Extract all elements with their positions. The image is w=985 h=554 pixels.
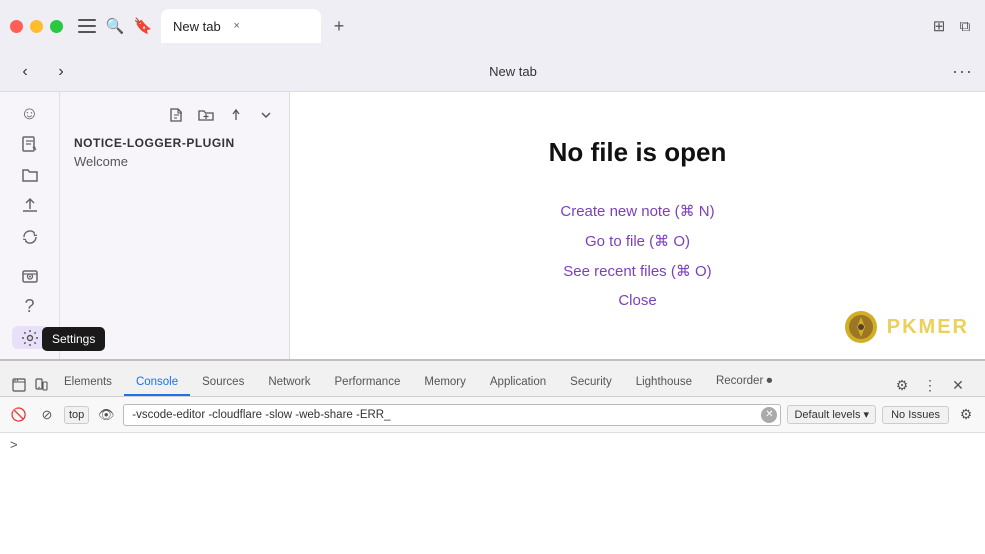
- tab-recorder[interactable]: Recorder ⏺: [704, 369, 784, 396]
- pkmer-watermark: PKMER: [843, 309, 969, 345]
- tab-console[interactable]: Console: [124, 370, 190, 396]
- see-recent-files-action[interactable]: See recent files (⌘ O): [563, 262, 711, 280]
- search-icon[interactable]: 🔍: [105, 16, 125, 36]
- devtools-toolbar: 🚫 ⊘ top 👁 ✕ Default levels ▾ No Issues ⚙: [0, 397, 985, 433]
- console-eye-icon[interactable]: 👁: [95, 404, 117, 426]
- devtools-inspect-icon[interactable]: [8, 374, 30, 396]
- editor-area: No file is open Create new note (⌘ N) Go…: [290, 92, 985, 359]
- tab-security[interactable]: Security: [558, 370, 624, 396]
- context-select[interactable]: top: [64, 406, 89, 424]
- more-options-icon[interactable]: ···: [952, 61, 973, 82]
- pkmer-logo-icon: [843, 309, 879, 345]
- new-tab-button[interactable]: +: [325, 12, 353, 40]
- console-settings-icon[interactable]: ⚙: [955, 404, 977, 426]
- sidebar-icon-new-note[interactable]: [12, 133, 48, 156]
- back-button[interactable]: ‹: [12, 59, 38, 85]
- devtools-close-icon[interactable]: ✕: [947, 374, 969, 396]
- new-note-icon[interactable]: [165, 104, 187, 126]
- filter-input-wrap: ✕: [123, 404, 781, 426]
- console-clear-icon[interactable]: 🚫: [8, 404, 30, 426]
- devtools-settings-icon[interactable]: ⚙: [891, 374, 913, 396]
- forward-button[interactable]: ›: [48, 59, 74, 85]
- nav-bar: ‹ › New tab ···: [0, 52, 985, 92]
- title-bar: 🔍 🔖 New tab × + ⊞ ⧉: [0, 0, 985, 52]
- tab-close-button[interactable]: ×: [229, 18, 245, 34]
- issues-button[interactable]: No Issues: [882, 406, 949, 424]
- tab-overview-icon[interactable]: ⊞: [929, 16, 949, 36]
- devtools-console: >: [0, 433, 985, 554]
- toolbar-right: ⊞ ⧉: [929, 16, 975, 36]
- devtools-more-icon[interactable]: ⋮: [919, 374, 941, 396]
- console-arrow-icon: >: [10, 437, 18, 452]
- sort-icon[interactable]: [225, 104, 247, 126]
- tab-elements[interactable]: Elements: [52, 370, 124, 396]
- close-action[interactable]: Close: [618, 292, 656, 309]
- devtools-panel: Elements Console Sources Network Perform…: [0, 359, 985, 554]
- file-panel: NOTICE-LOGGER-PLUGIN Welcome: [60, 92, 290, 359]
- tab-label: New tab: [173, 19, 221, 34]
- welcome-label[interactable]: Welcome: [60, 152, 289, 171]
- tab-memory[interactable]: Memory: [412, 370, 478, 396]
- active-tab[interactable]: New tab ×: [161, 9, 321, 43]
- sidebar-icon-help[interactable]: ?: [12, 295, 48, 318]
- tab-performance[interactable]: Performance: [323, 370, 413, 396]
- filter-clear-button[interactable]: ✕: [761, 407, 777, 423]
- sidebar-icon-sync[interactable]: [12, 226, 48, 249]
- go-to-file-action[interactable]: Go to file (⌘ O): [585, 232, 690, 250]
- file-panel-toolbar: [60, 100, 289, 130]
- devtools-device-icon[interactable]: [30, 374, 52, 396]
- new-folder-icon[interactable]: [195, 104, 217, 126]
- tab-bar: New tab × +: [161, 9, 921, 43]
- settings-tooltip: Settings: [42, 327, 105, 351]
- collapse-icon[interactable]: [255, 104, 277, 126]
- sidebar-toggle-icon[interactable]: [77, 16, 97, 36]
- create-new-note-action[interactable]: Create new note (⌘ N): [560, 202, 714, 220]
- devtools-tab-bar: Elements Console Sources Network Perform…: [0, 361, 985, 397]
- sidebar-icon-publish[interactable]: [12, 195, 48, 218]
- close-traffic-light[interactable]: [10, 20, 23, 33]
- browser-window: 🔍 🔖 New tab × + ⊞ ⧉ ‹ › New tab ··· ☺: [0, 0, 985, 554]
- log-levels-dropdown[interactable]: Default levels ▾: [787, 405, 876, 424]
- sidebar-icon-face[interactable]: ☺: [12, 102, 48, 125]
- minimize-traffic-light[interactable]: [30, 20, 43, 33]
- address-bar[interactable]: New tab: [84, 64, 942, 79]
- sidebar-icon-open[interactable]: [12, 164, 48, 187]
- page-title: New tab: [489, 64, 537, 79]
- bookmark-icon[interactable]: 🔖: [133, 16, 153, 36]
- tab-network[interactable]: Network: [256, 370, 322, 396]
- devtools-tab-icons: ⚙ ⋮ ✕: [883, 374, 977, 396]
- maximize-traffic-light[interactable]: [50, 20, 63, 33]
- window-controls-icon[interactable]: ⧉: [955, 16, 975, 36]
- traffic-lights: [10, 20, 63, 33]
- content-area: ☺ ? Settings: [0, 92, 985, 359]
- filter-input[interactable]: [123, 404, 781, 426]
- sidebar: ☺ ? Settings: [0, 92, 60, 359]
- pkmer-label: PKMER: [887, 316, 969, 339]
- console-filter-icon[interactable]: ⊘: [36, 404, 58, 426]
- console-prompt[interactable]: >: [10, 437, 975, 452]
- tab-lighthouse[interactable]: Lighthouse: [624, 370, 704, 396]
- no-file-title: No file is open: [549, 137, 727, 168]
- tab-application[interactable]: Application: [478, 370, 558, 396]
- sidebar-icon-vault[interactable]: [12, 264, 48, 287]
- tab-sources[interactable]: Sources: [190, 370, 256, 396]
- plugin-title: NOTICE-LOGGER-PLUGIN: [60, 130, 289, 152]
